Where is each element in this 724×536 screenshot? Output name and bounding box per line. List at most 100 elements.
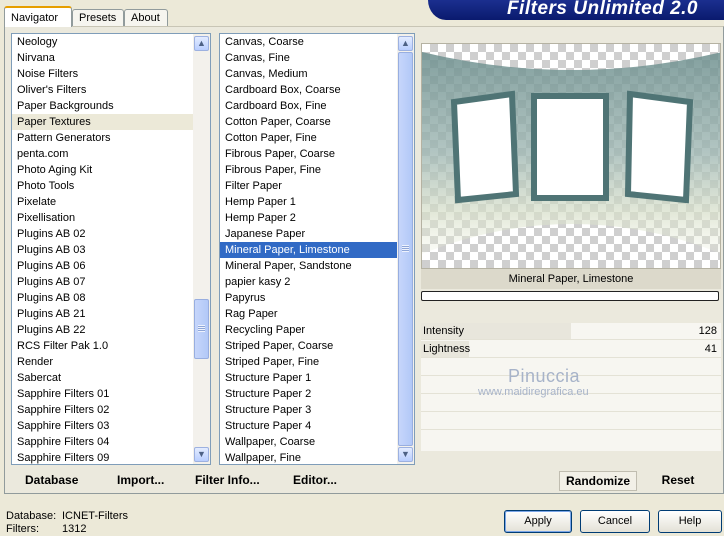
list-item[interactable]: Papyrus (220, 290, 397, 306)
list-item[interactable]: Neology (12, 34, 193, 50)
list-item[interactable]: Canvas, Medium (220, 66, 397, 82)
param-label: Intensity (423, 325, 464, 337)
list-item[interactable]: Cotton Paper, Fine (220, 130, 397, 146)
scroll-down-icon[interactable]: ▼ (194, 447, 209, 462)
list-item[interactable]: Recycling Paper (220, 322, 397, 338)
navigator-panel: Neology Nirvana Noise Filters Oliver's Filt… (4, 26, 724, 494)
editor-button[interactable]: Editor... (293, 473, 337, 487)
list-item[interactable]: Striped Paper, Fine (220, 354, 397, 370)
list-item[interactable]: Striped Paper, Coarse (220, 338, 397, 354)
param-value: 128 (698, 325, 717, 337)
param-value: 41 (704, 343, 717, 355)
randomize-button[interactable]: Randomize (559, 471, 637, 491)
status-label: Database: (6, 510, 57, 522)
list-item[interactable]: Pixellisation (12, 210, 193, 226)
status-label: Filters: (6, 523, 39, 535)
list-item[interactable]: Canvas, Coarse (220, 34, 397, 50)
scroll-up-icon[interactable]: ▲ (398, 36, 413, 51)
list-item[interactable]: Pixelate (12, 194, 193, 210)
list-item[interactable]: Render (12, 354, 193, 370)
list-item[interactable]: Plugins AB 22 (12, 322, 193, 338)
list-item[interactable]: Paper Textures (12, 114, 193, 130)
param-label: Lightness (423, 343, 471, 355)
list-item[interactable]: Plugins AB 08 (12, 290, 193, 306)
category-items: Neology Nirvana Noise Filters Oliver's Filt… (12, 34, 193, 464)
list-item[interactable]: Photo Tools (12, 178, 193, 194)
filter-info-button[interactable]: Filter Info... (195, 473, 260, 487)
status-filters: Filters: 1312 (6, 523, 86, 535)
list-item[interactable]: Plugins AB 21 (12, 306, 193, 322)
list-item[interactable]: Sapphire Filters 09 (12, 450, 193, 464)
list-item[interactable]: Sabercat (12, 370, 193, 386)
list-item[interactable]: penta.com (12, 146, 193, 162)
empty-slider (421, 413, 721, 430)
list-item[interactable]: Oliver's Filters (12, 82, 193, 98)
list-item[interactable]: Japanese Paper (220, 226, 397, 242)
list-item[interactable]: Paper Backgrounds (12, 98, 193, 114)
list-item[interactable]: Mineral Paper, Sandstone (220, 258, 397, 274)
list-item[interactable]: Filter Paper (220, 178, 397, 194)
preview-image (421, 43, 721, 269)
list-item[interactable]: Structure Paper 3 (220, 402, 397, 418)
list-item[interactable]: Wallpaper, Fine (220, 450, 397, 464)
filter-name-label: Mineral Paper, Limestone (421, 269, 721, 289)
list-item[interactable]: Noise Filters (12, 66, 193, 82)
filter-list[interactable]: Canvas, Coarse Canvas, Fine Canvas, Medium… (219, 33, 415, 465)
scroll-thumb[interactable] (194, 299, 209, 359)
list-item[interactable]: Plugins AB 03 (12, 242, 193, 258)
watermark-url: www.maidiregrafica.eu (478, 386, 589, 398)
list-item[interactable]: Canvas, Fine (220, 50, 397, 66)
list-item[interactable]: Mineral Paper, Limestone (220, 242, 397, 258)
header-banner: Filters Unlimited 2.0 (428, 0, 724, 20)
category-list[interactable]: Neology Nirvana Noise Filters Oliver's Filt… (11, 33, 211, 465)
status-value: 1312 (62, 523, 87, 535)
list-item[interactable]: Sapphire Filters 02 (12, 402, 193, 418)
list-item[interactable]: RCS Filter Pak 1.0 (12, 338, 193, 354)
scroll-thumb[interactable] (398, 52, 413, 446)
cancel-button[interactable]: Cancel (580, 510, 650, 533)
list-item[interactable]: Nirvana (12, 50, 193, 66)
filter-scrollbar[interactable]: ▲ ▼ (397, 34, 414, 464)
list-item[interactable]: Sapphire Filters 03 (12, 418, 193, 434)
import-button[interactable]: Import... (117, 473, 164, 487)
app-title: Filters Unlimited 2.0 (506, 0, 698, 19)
list-item[interactable]: Structure Paper 2 (220, 386, 397, 402)
list-item[interactable]: Fibrous Paper, Fine (220, 162, 397, 178)
frames-preview-graphic (422, 52, 720, 254)
apply-button[interactable]: Apply (504, 510, 572, 533)
category-scrollbar[interactable]: ▲ ▼ (193, 34, 210, 464)
empty-slider (421, 431, 721, 447)
list-item[interactable]: Cardboard Box, Fine (220, 98, 397, 114)
list-item[interactable]: Rag Paper (220, 306, 397, 322)
list-item[interactable]: Photo Aging Kit (12, 162, 193, 178)
status-value: ICNET-Filters (62, 510, 128, 522)
list-item[interactable]: Hemp Paper 1 (220, 194, 397, 210)
list-item[interactable]: Cotton Paper, Coarse (220, 114, 397, 130)
scroll-up-icon[interactable]: ▲ (194, 36, 209, 51)
lightness-slider[interactable]: Lightness 41 (421, 341, 721, 358)
list-item[interactable]: Fibrous Paper, Coarse (220, 146, 397, 162)
list-item[interactable]: Sapphire Filters 04 (12, 434, 193, 450)
help-button[interactable]: Help (658, 510, 722, 533)
list-item[interactable]: Plugins AB 02 (12, 226, 193, 242)
watermark-title: Pinuccia (508, 366, 581, 386)
status-database: Database: ICNET-Filters (6, 510, 128, 522)
scroll-down-icon[interactable]: ▼ (398, 447, 413, 462)
reset-button[interactable]: Reset (653, 471, 703, 491)
tab-presets[interactable]: Presets (72, 9, 124, 26)
list-item[interactable]: Plugins AB 06 (12, 258, 193, 274)
intensity-slider[interactable]: Intensity 128 (421, 323, 721, 340)
tab-navigator[interactable]: Navigator (4, 6, 72, 27)
list-item[interactable]: Wallpaper, Coarse (220, 434, 397, 450)
list-item[interactable]: Hemp Paper 2 (220, 210, 397, 226)
list-item[interactable]: Plugins AB 07 (12, 274, 193, 290)
list-item[interactable]: Pattern Generators (12, 130, 193, 146)
tab-about[interactable]: About (124, 9, 168, 26)
list-item[interactable]: Structure Paper 4 (220, 418, 397, 434)
list-item[interactable]: papier kasy 2 (220, 274, 397, 290)
list-item[interactable]: Cardboard Box, Coarse (220, 82, 397, 98)
database-button[interactable]: Database (25, 473, 78, 487)
list-item[interactable]: Sapphire Filters 01 (12, 386, 193, 402)
list-item[interactable]: Structure Paper 1 (220, 370, 397, 386)
progress-bar (421, 291, 719, 301)
